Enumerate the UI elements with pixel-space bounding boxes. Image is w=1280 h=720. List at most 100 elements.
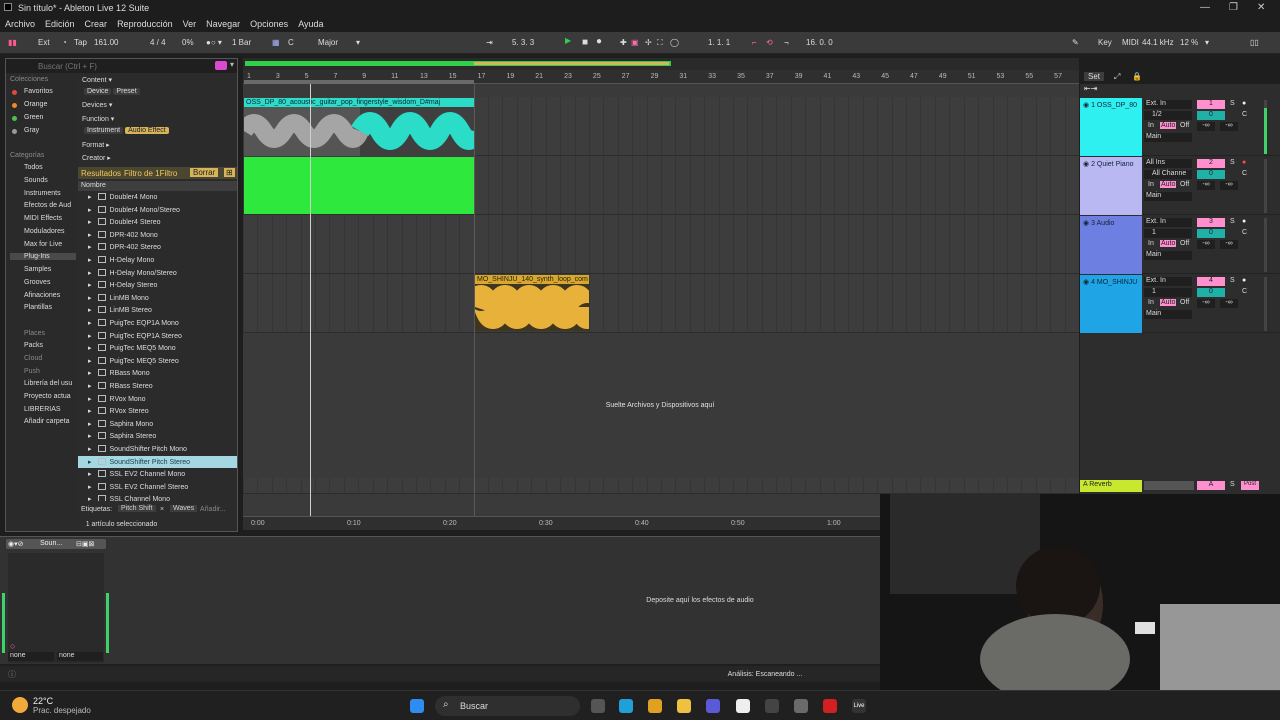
browser-result-item[interactable]: ▸ PuigTec EQP1A Stereo	[78, 330, 237, 342]
expand-arrow-icon[interactable]: ▸	[88, 307, 92, 314]
category-templates[interactable]: Plantillas	[24, 304, 52, 311]
input-type-select[interactable]: Ext. In	[1144, 100, 1192, 109]
loop-switch-icon[interactable]: ⟲	[766, 38, 773, 47]
expand-arrow-icon[interactable]: ▸	[88, 207, 92, 214]
tap-button[interactable]: Tap	[74, 38, 87, 47]
input-channel-select[interactable]: All Channe	[1144, 170, 1192, 179]
solo-button[interactable]: S	[1230, 218, 1235, 225]
teams-icon[interactable]	[706, 699, 720, 713]
send-b[interactable]: -∞	[1220, 240, 1238, 249]
audio-clip-synth[interactable]: MO_SHINJU_140_synth_loop_com	[475, 275, 589, 331]
solo-button[interactable]: S	[1230, 481, 1235, 488]
browser-result-item[interactable]: ▸ SSL EV2 Channel Stereo	[78, 481, 237, 493]
category-sounds[interactable]: Sounds	[24, 177, 48, 184]
info-icon[interactable]: ⓘ	[8, 669, 16, 680]
expand-icon[interactable]: ⤢	[1114, 72, 1120, 82]
monitor-off[interactable]: Off	[1180, 181, 1189, 188]
arm-button[interactable]: ●	[1242, 277, 1246, 284]
monitor-auto[interactable]: Auto	[1160, 122, 1177, 129]
filter-devices[interactable]: Devices ▾	[82, 101, 112, 109]
edge-icon[interactable]	[619, 699, 633, 713]
chrome-icon[interactable]	[648, 699, 662, 713]
browser-result-item[interactable]: ▸ H-Delay Mono	[78, 254, 237, 266]
monitor-in[interactable]: In	[1148, 240, 1154, 247]
expand-arrow-icon[interactable]: ▸	[88, 345, 92, 352]
menu-reproduccion[interactable]: Reproducción	[112, 16, 178, 29]
loop-start-field[interactable]: 1. 1. 1	[708, 38, 730, 47]
return-lane[interactable]	[243, 478, 1079, 494]
device-power-icon[interactable]: ◉▾⊘	[8, 540, 24, 548]
filter-audio-effect[interactable]: Audio Effect	[125, 127, 169, 134]
mixer-track[interactable]: ◉ 2 Quiet Piano All Ins All Channe In Auto Of…	[1080, 157, 1280, 215]
browser-result-item[interactable]: ▸ Doubler4 Mono/Stereo	[78, 204, 237, 216]
category-audio-effects[interactable]: Efectos de Aud	[24, 202, 71, 209]
category-tunings[interactable]: Afinaciones	[24, 292, 60, 299]
swing-field[interactable]: 0%	[182, 38, 194, 47]
place-packs[interactable]: Packs	[24, 342, 43, 349]
expand-arrow-icon[interactable]: ▸	[88, 496, 92, 501]
loop-length-field[interactable]: 16. 0. 0	[806, 38, 833, 47]
reenable-icon[interactable]: ✢	[645, 38, 652, 47]
punch-in-icon[interactable]: ⌐	[752, 38, 757, 47]
expand-arrow-icon[interactable]: ▸	[88, 370, 92, 377]
monitor-off[interactable]: Off	[1180, 299, 1189, 306]
quantize-select[interactable]: 1 Bar	[232, 38, 251, 47]
browser-result-item[interactable]: ▸ LinMB Stereo	[78, 304, 237, 316]
return-activator[interactable]: A	[1197, 481, 1225, 490]
send-b[interactable]: -∞	[1220, 299, 1238, 308]
mixer-track[interactable]: ◉ 1 OSS_DP_80 Ext. In 1/2 In Auto Off Main 1 S ● 0…	[1080, 98, 1280, 156]
lock-icon[interactable]: 🔒	[1132, 72, 1142, 81]
scale-icon[interactable]: ▦	[272, 38, 280, 47]
follow-icon[interactable]: ⇥	[486, 38, 493, 47]
draw-mode-icon[interactable]: ✎	[1072, 38, 1079, 47]
chevron-down-icon[interactable]: ▾	[356, 38, 360, 47]
expand-arrow-icon[interactable]: ▸	[88, 194, 92, 201]
expand-arrow-icon[interactable]: ▸	[88, 333, 92, 340]
filter-preset[interactable]: Preset	[113, 88, 140, 95]
monitor-in[interactable]: In	[1148, 299, 1154, 306]
output-select[interactable]: Main	[1144, 310, 1192, 319]
menu-ayuda[interactable]: Ayuda	[293, 16, 328, 29]
volume-field[interactable]: 0	[1197, 229, 1225, 238]
expand-arrow-icon[interactable]: ▸	[88, 320, 92, 327]
browser-result-item[interactable]: ▸ PuigTec EQP1A Mono	[78, 317, 237, 329]
file-explorer-icon[interactable]	[677, 699, 691, 713]
solo-button[interactable]: S	[1230, 100, 1235, 107]
category-midi-effects[interactable]: MIDI Effects	[24, 215, 62, 222]
collection-favoritos[interactable]: Favoritos	[24, 88, 53, 95]
scale-select[interactable]: Major	[318, 38, 338, 47]
browser-result-item[interactable]: ▸ SoundShifter Pitch Mono	[78, 443, 237, 455]
expand-arrow-icon[interactable]: ▸	[88, 408, 92, 415]
output-select[interactable]: Main	[1144, 133, 1192, 142]
expand-arrow-icon[interactable]: ▸	[88, 282, 92, 289]
midi-map-button[interactable]: MIDI	[1122, 38, 1139, 47]
filter-instrument[interactable]: Instrument	[84, 127, 124, 134]
acrobat-icon[interactable]	[823, 699, 837, 713]
expand-arrow-icon[interactable]: ▸	[88, 295, 92, 302]
pan-field[interactable]: C	[1242, 229, 1247, 236]
volume-field[interactable]: 0	[1197, 170, 1225, 179]
tempo-field[interactable]: 161.00	[94, 38, 118, 47]
expand-arrow-icon[interactable]: ▸	[88, 484, 92, 491]
arm-button[interactable]: ●	[1242, 159, 1246, 166]
chevron-down-icon[interactable]: ▾	[1205, 38, 1209, 47]
browser-result-item[interactable]: ▸ H-Delay Mono/Stereo	[78, 267, 237, 279]
send-a[interactable]: -∞	[1197, 299, 1215, 308]
category-samples[interactable]: Samples	[24, 266, 51, 273]
monitor-auto[interactable]: Auto	[1160, 240, 1177, 247]
menu-opciones[interactable]: Opciones	[245, 16, 293, 29]
automation-arm-icon[interactable]: ▣	[631, 38, 639, 47]
browser-result-item[interactable]: ▸ Doubler4 Stereo	[78, 216, 237, 228]
audio-clip-guitar[interactable]: OSS_DP_80_acoustic_guitar_pop_fingerstyl…	[244, 98, 474, 156]
clear-filters-button[interactable]: Borrar	[190, 168, 219, 177]
browser-result-item[interactable]: ▸ RBass Stereo	[78, 380, 237, 392]
ableton-live-icon[interactable]: Live	[852, 699, 866, 713]
expand-arrow-icon[interactable]: ▸	[88, 446, 92, 453]
close-icon[interactable]: ✕	[1257, 2, 1265, 13]
category-instruments[interactable]: Instruments	[24, 190, 61, 197]
expand-arrow-icon[interactable]: ▸	[88, 383, 92, 390]
output-select[interactable]: Main	[1144, 192, 1192, 201]
device-title-bar[interactable]: ◉▾⊘ Soun... ⊟▣⊠	[6, 539, 106, 549]
track-activator[interactable]: 1	[1197, 100, 1225, 109]
send-a[interactable]: -∞	[1197, 122, 1215, 131]
